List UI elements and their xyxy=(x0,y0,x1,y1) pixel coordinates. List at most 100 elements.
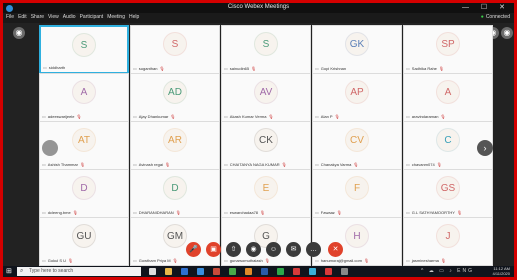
participant-nameplate: ▭ Gokul S U 🎙 xyxy=(42,257,126,264)
participant-tile[interactable]: AV ▭ Akash Kumar Verma 🎙 xyxy=(221,73,311,122)
clock[interactable]: 11:12 AM 4/11/2020 xyxy=(492,266,511,276)
participant-tile[interactable]: CV ▭ Chanakya Varma 🎙 xyxy=(312,121,402,170)
excel-icon[interactable] xyxy=(229,268,236,275)
app-icon[interactable] xyxy=(325,268,332,275)
menu-edit[interactable]: Edit xyxy=(18,14,27,20)
participant-tile[interactable]: GU ▭ Gokul S U 🎙 xyxy=(39,217,129,266)
share-icon[interactable]: ⇧ xyxy=(226,242,241,257)
participant-name: gunarsomuthaiash xyxy=(229,258,263,263)
video-status-icon: ▭ xyxy=(42,114,46,119)
participant-tile[interactable]: GS ▭ G.L SATHYAMOORTHY 🎙 xyxy=(403,169,493,218)
participant-tile[interactable]: D ▭ dcleeng.bme 🎙 xyxy=(39,169,129,218)
video-status-icon: ▭ xyxy=(42,258,46,263)
muted-mic-icon: 🎙 xyxy=(440,114,446,119)
participant-name: eswarchadaa78 xyxy=(229,210,259,215)
windows-taskbar: ⊞ ⌕ Type here to search ^ ☁ ▭ ♪ ENG 11:1… xyxy=(3,266,514,277)
participant-tile[interactable]: SP ▭ Sadhika Rahe 🎙 xyxy=(403,25,493,74)
video-status-icon: ▭ xyxy=(224,210,228,215)
fullscreen-icon[interactable]: ◉ xyxy=(501,27,513,39)
next-page-button[interactable]: › xyxy=(477,140,493,156)
app-icon[interactable] xyxy=(341,268,348,275)
participant-tile[interactable]: A ▭ aravindaraman 🎙 xyxy=(403,73,493,122)
participant-nameplate: ▭ Ajay Dhankumar 🎙 xyxy=(133,113,217,120)
muted-mic-icon: 🎙 xyxy=(334,114,340,119)
clock-date: 4/11/2020 xyxy=(492,270,511,276)
chrome-icon[interactable] xyxy=(277,268,284,275)
muted-mic-icon: 🎙 xyxy=(353,162,359,167)
connection-dot-icon: ● xyxy=(480,14,484,20)
participant-name: jasminesharma xyxy=(411,258,439,263)
participant-tile[interactable]: D ▭ DHARANIDHARAN 🎙 xyxy=(130,169,220,218)
windows-start-icon[interactable]: ⊞ xyxy=(6,268,13,275)
participant-name: G.L SATHYAMOORTHY xyxy=(411,210,455,215)
participant-tile[interactable]: GM ▭ Gowtham Priya M 🎙 xyxy=(130,217,220,266)
menu-help[interactable]: Help xyxy=(129,14,139,20)
menu-file[interactable]: File xyxy=(6,14,14,20)
language-indicator[interactable]: ENG xyxy=(457,268,474,274)
participant-name: Chanakya Varma xyxy=(320,162,352,167)
participant-tile[interactable]: AP ▭ Alan P 🎙 xyxy=(312,73,402,122)
stop-video-icon[interactable]: ▣ xyxy=(206,242,221,257)
more-options-icon[interactable]: … xyxy=(306,242,321,257)
menu-bar: File Edit Share View Audio Participant Meeting… xyxy=(3,13,514,23)
muted-mic-icon: 🎙 xyxy=(260,210,266,215)
participant-tile[interactable]: GK ▭ Gopi Krishnan xyxy=(312,25,402,74)
system-tray-icons[interactable]: ^ ☁ ▭ ♪ ENG xyxy=(421,268,474,274)
menu-view[interactable]: View xyxy=(48,14,59,20)
menu-meeting[interactable]: Meeting xyxy=(107,14,125,20)
window-title: Cisco Webex Meetings xyxy=(227,4,290,10)
participant-avatar: GK xyxy=(345,32,369,56)
taskbar-search-box[interactable]: ⌕ Type here to search xyxy=(17,267,141,276)
participant-avatar: S xyxy=(72,33,96,57)
connection-status: ● Connected xyxy=(481,14,510,20)
participant-tile[interactable]: S ▭ suganthan 🎙 xyxy=(130,25,220,74)
participant-avatar: AV xyxy=(254,80,278,104)
muted-mic-icon: 🎙 xyxy=(456,210,463,215)
left-panel-toggle-icon[interactable]: ◉ xyxy=(13,27,25,39)
video-status-icon: ▭ xyxy=(315,258,319,263)
participant-avatar: AP xyxy=(345,80,369,104)
participant-tile[interactable]: CK ▭ CHAITANYA NAGA KUMAR 🎙 xyxy=(221,121,311,170)
vlc-icon[interactable] xyxy=(245,268,252,275)
store-icon[interactable] xyxy=(197,268,204,275)
participant-tile[interactable]: AR ▭ Avinash regai 🎙 xyxy=(130,121,220,170)
participant-avatar: F xyxy=(345,176,369,200)
menu-audio[interactable]: Audio xyxy=(63,14,76,20)
window-controls[interactable]: — ☐ ✕ xyxy=(462,3,510,11)
task-view-icon[interactable] xyxy=(149,268,156,275)
mute-icon[interactable]: 🎤 xyxy=(186,242,201,257)
participant-tile[interactable]: S ▭ siddharth xyxy=(39,25,129,74)
participant-avatar: D xyxy=(163,176,187,200)
chat-icon[interactable]: ✉ xyxy=(286,242,301,257)
participant-name: siddharth xyxy=(48,65,66,70)
title-bar: Cisco Webex Meetings — ☐ ✕ xyxy=(3,3,514,13)
edge-icon[interactable] xyxy=(181,268,188,275)
participant-tile[interactable]: E ▭ eswarchadaa78 🎙 xyxy=(221,169,311,218)
participant-tile[interactable]: A ▭ adeeswarijeele 🎙 xyxy=(39,73,129,122)
menu-share[interactable]: Share xyxy=(31,14,44,20)
menu-participant[interactable]: Participant xyxy=(80,14,104,20)
participant-tile[interactable]: H ▭ hanumoraj@gmail.com 🎙 xyxy=(312,217,402,266)
participant-tile[interactable]: J ▭ jasminesharma 🎙 xyxy=(403,217,493,266)
record-icon[interactable]: ◉ xyxy=(246,242,261,257)
office-icon[interactable] xyxy=(213,268,220,275)
participant-nameplate: ▭ Avinash regai 🎙 xyxy=(133,161,217,168)
participant-name: hanumoraj@gmail.com xyxy=(320,258,362,263)
participant-name: sainudin65 xyxy=(229,66,250,71)
previous-page-button[interactable] xyxy=(42,140,58,156)
participant-name: Avinash regai xyxy=(138,162,163,167)
participant-tile[interactable]: AD ▭ Ajay Dhankumar 🎙 xyxy=(130,73,220,122)
file-explorer-icon[interactable] xyxy=(165,268,172,275)
webex-taskbar-icon[interactable] xyxy=(309,268,316,275)
word-icon[interactable] xyxy=(261,268,268,275)
leave-meeting-icon[interactable]: ✕ xyxy=(328,242,343,257)
participant-name: Gowtham Priya M xyxy=(138,258,171,263)
participant-tile[interactable]: F ▭ Fawaaz 🎙 xyxy=(312,169,402,218)
participants-icon[interactable]: ☺ xyxy=(266,242,281,257)
participant-nameplate: ▭ dcleeng.bme 🎙 xyxy=(42,209,126,216)
participant-avatar: J xyxy=(436,224,460,248)
participant-tile[interactable]: S ▭ sainudin65 🎙 xyxy=(221,25,311,74)
powerpoint-icon[interactable] xyxy=(293,268,300,275)
video-status-icon: ▭ xyxy=(406,210,410,215)
video-status-icon: ▭ xyxy=(42,210,46,215)
